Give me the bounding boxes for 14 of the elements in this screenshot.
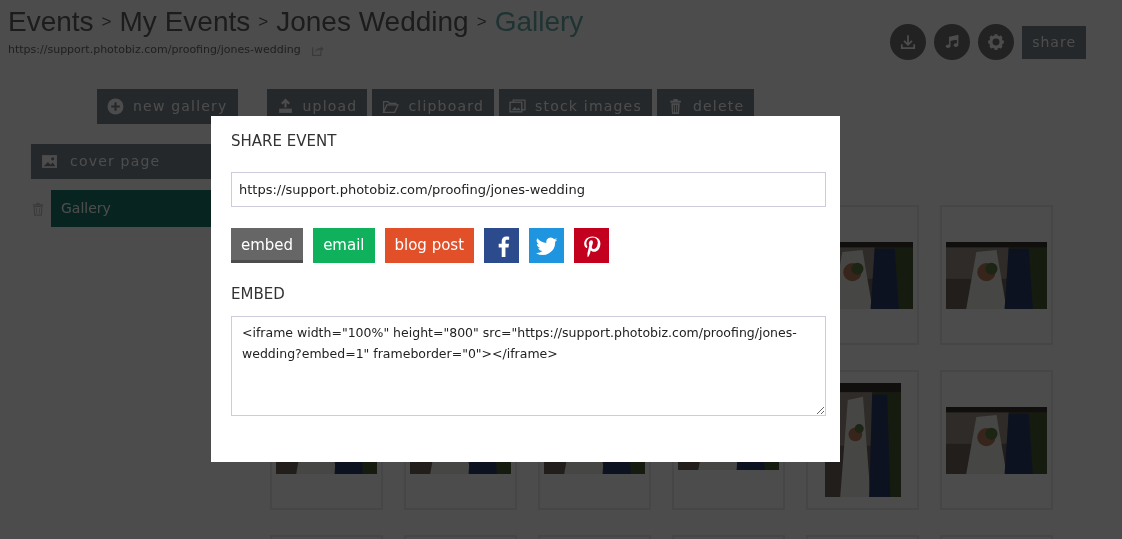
share-option-button[interactable]: email — [313, 228, 375, 263]
share-option-button[interactable]: embed — [231, 228, 304, 263]
twitter-icon — [535, 234, 558, 257]
dialog-title: SHARE EVENT — [231, 132, 338, 150]
pinterest-button[interactable] — [574, 228, 610, 263]
share-option-button[interactable]: blog post — [384, 228, 475, 263]
breadcrumb-separator: > — [258, 11, 269, 33]
twitter-button[interactable] — [529, 228, 565, 263]
embed-code-field[interactable]: <iframe width="100%" height="800" src="https://support.photobiz.com/proofing/jones-wedding?embed=1" frameborder="0"></iframe> — [231, 315, 826, 416]
section-label: EMBED — [231, 284, 286, 305]
breadcrumb-separator: > — [101, 11, 112, 33]
breadcrumb-separator: > — [476, 11, 487, 33]
facebook-button[interactable] — [484, 228, 520, 263]
url-field[interactable]: https://support.photobiz.com/proofing/jones-wedding — [231, 172, 826, 207]
